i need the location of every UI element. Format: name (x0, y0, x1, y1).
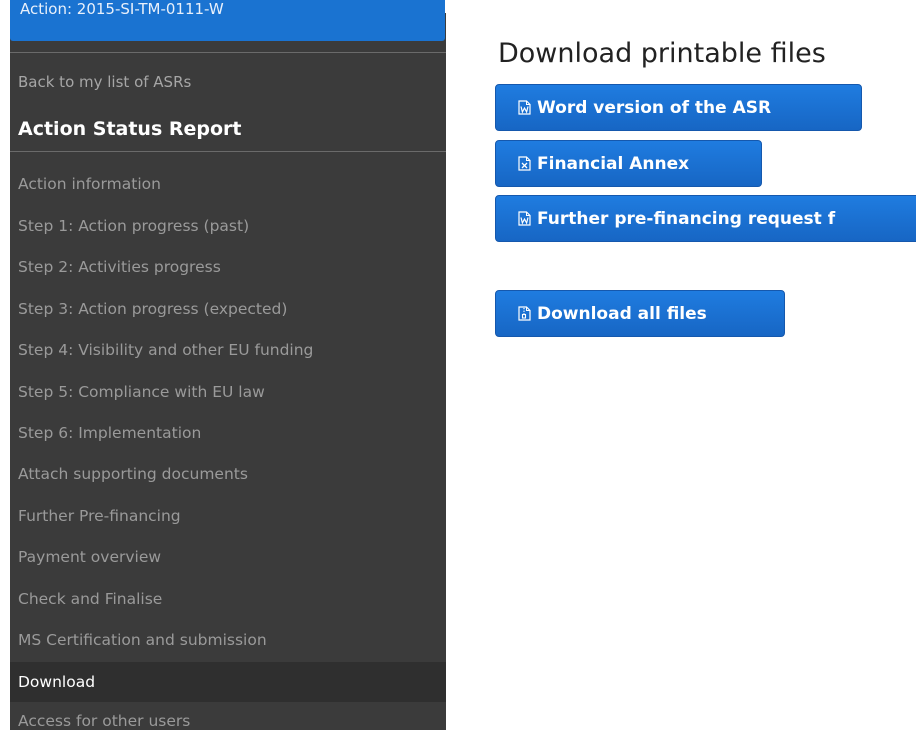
excel-file-icon (518, 156, 531, 171)
word-file-icon (518, 100, 531, 115)
financial-annex-button[interactable]: Financial Annex (495, 140, 762, 187)
divider (10, 151, 446, 152)
sidebar-item-further-prefinancing[interactable]: Further Pre-financing (10, 496, 446, 536)
sidebar-item-download[interactable]: Download (10, 662, 446, 702)
financial-annex-button-label: Financial Annex (537, 153, 690, 174)
action-banner: Action: 2015-SI-TM-0111-W (10, 0, 445, 41)
sidebar: Action: 2015-SI-TM-0111-W Back to my lis… (0, 0, 446, 730)
sidebar-item-step-5[interactable]: Step 5: Compliance with EU law (10, 372, 446, 412)
sidebar-item-step-3[interactable]: Step 3: Action progress (expected) (10, 289, 446, 329)
word-file-icon (518, 211, 531, 226)
further-prefinancing-request-button-label: Further pre-financing request f (537, 208, 836, 229)
action-banner-label: Action: 2015-SI-TM-0111-W (20, 0, 224, 18)
sidebar-item-ms-certification[interactable]: MS Certification and submission (10, 620, 446, 660)
word-version-button-label: Word version of the ASR (537, 97, 772, 118)
main-content: Download printable files Word version of… (446, 0, 916, 730)
further-prefinancing-request-button[interactable]: Further pre-financing request f (495, 195, 916, 242)
sidebar-left-gap (0, 0, 10, 730)
sidebar-item-step-1[interactable]: Step 1: Action progress (past) (10, 206, 446, 246)
sidebar-item-payment-overview[interactable]: Payment overview (10, 537, 446, 577)
back-to-list-link[interactable]: Back to my list of ASRs (18, 73, 191, 91)
download-all-files-button-label: Download all files (537, 303, 707, 324)
download-all-files-button[interactable]: Download all files (495, 290, 785, 337)
sidebar-item-access-other-users[interactable]: Access for other users (10, 701, 446, 730)
word-version-button[interactable]: Word version of the ASR (495, 84, 862, 131)
zip-file-icon (518, 306, 531, 321)
sidebar-item-step-6[interactable]: Step 6: Implementation (10, 413, 446, 453)
page-title: Download printable files (498, 38, 826, 69)
sidebar-item-attach-documents[interactable]: Attach supporting documents (10, 454, 446, 494)
sidebar-item-check-finalise[interactable]: Check and Finalise (10, 579, 446, 619)
divider (10, 52, 446, 53)
sidebar-item-step-4[interactable]: Step 4: Visibility and other EU funding (10, 330, 446, 370)
section-title: Action Status Report (18, 118, 242, 140)
sidebar-item-step-2[interactable]: Step 2: Activities progress (10, 247, 446, 287)
sidebar-item-action-information[interactable]: Action information (10, 164, 446, 204)
